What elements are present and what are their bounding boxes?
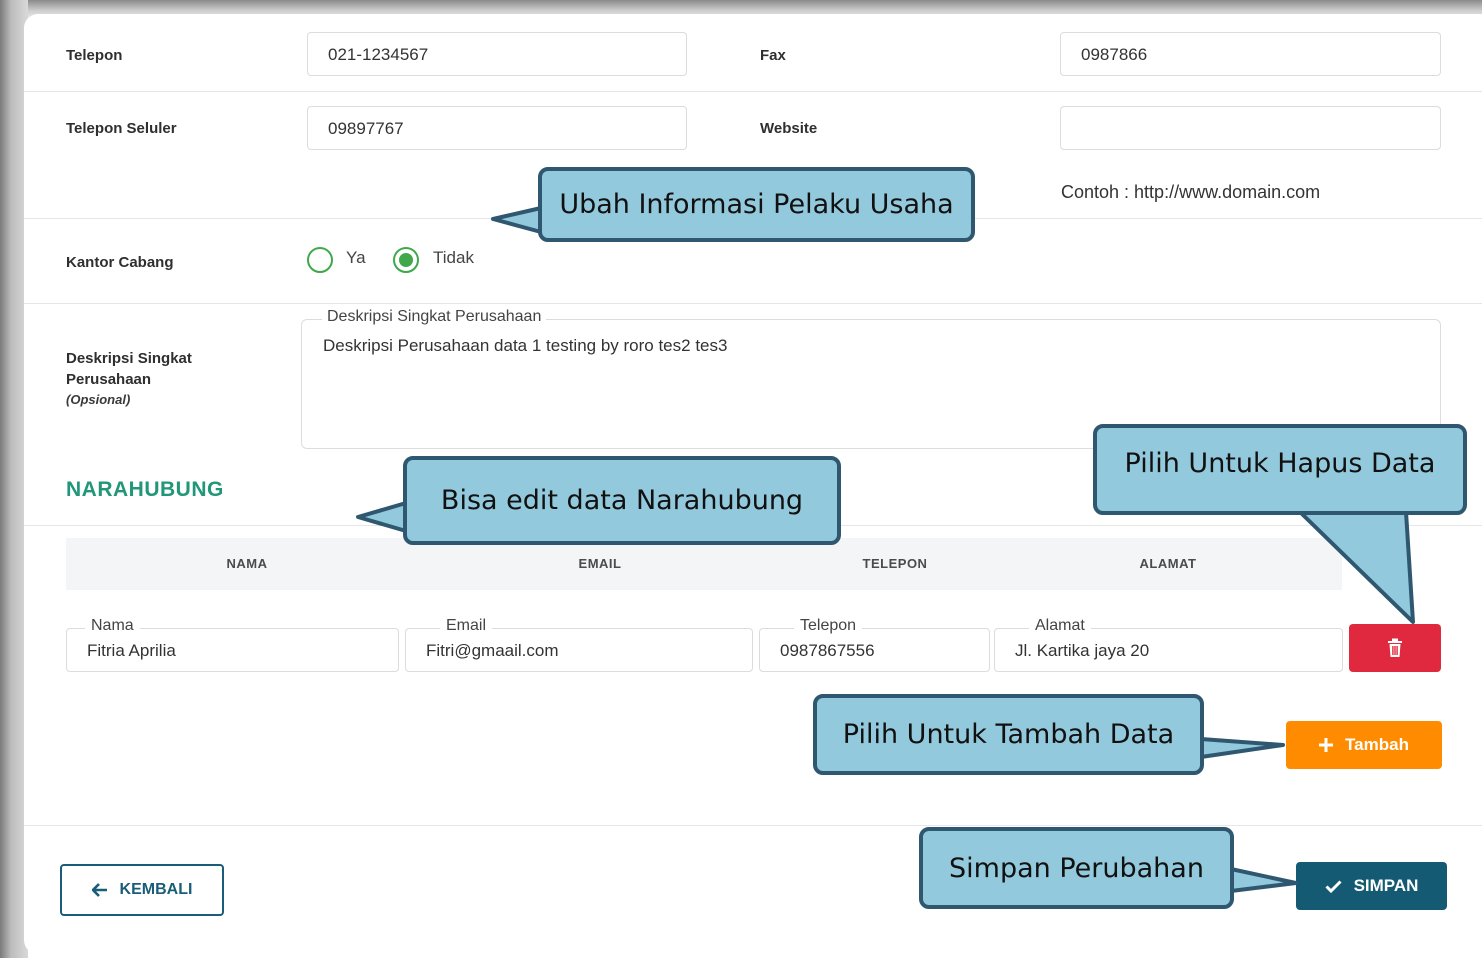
telepon-field[interactable]: Telepon 0987867556	[759, 617, 990, 672]
callout-simpan-perubahan: Simpan Perubahan	[919, 827, 1234, 909]
telepon-seluler-label: Telepon Seluler	[66, 120, 177, 137]
telepon-input[interactable]: 021-1234567	[307, 32, 687, 76]
callout-hapus-data: Pilih Untuk Hapus Data	[1093, 424, 1467, 515]
nama-field-value: Fitria Aprilia	[87, 641, 176, 660]
telepon-field-value: 0987867556	[780, 641, 875, 660]
optional-note: (Opsional)	[66, 392, 131, 407]
col-telepon: TELEPON	[862, 556, 928, 571]
website-hint: Contoh : http://www.domain.com	[1061, 182, 1321, 202]
deskripsi-label: Deskripsi Singkat Perusahaan	[66, 350, 192, 388]
telepon-seluler-input[interactable]: 09897767	[307, 106, 687, 150]
fax-input[interactable]: 0987866	[1060, 32, 1441, 76]
fax-label: Fax	[760, 47, 786, 64]
col-nama: NAMA	[226, 556, 268, 571]
tambah-button[interactable]: Tambah	[1286, 721, 1442, 769]
deskripsi-legend: Deskripsi Singkat Perusahaan	[322, 308, 547, 326]
narahubung-table-header: NAMA EMAIL TELEPON ALAMAT	[66, 538, 1342, 590]
alamat-field-value: Jl. Kartika jaya 20	[1015, 641, 1150, 660]
email-field[interactable]: Email Fitri@gmaail.com	[405, 617, 753, 672]
trash-icon	[1388, 638, 1402, 657]
divider	[24, 91, 1482, 92]
deskripsi-value: Deskripsi Perusahaan data 1 testing by r…	[323, 336, 728, 355]
radio-ya[interactable]	[307, 247, 333, 273]
kembali-button[interactable]: KEMBALI	[60, 864, 224, 916]
telepon-label: Telepon	[66, 47, 123, 64]
telepon-field-label: Telepon	[794, 617, 863, 635]
nama-field-label: Nama	[85, 617, 140, 635]
divider	[24, 303, 1482, 304]
simpan-button[interactable]: SIMPAN	[1296, 862, 1447, 910]
plus-icon	[1319, 738, 1334, 752]
alamat-field[interactable]: Alamat Jl. Kartika jaya 20	[994, 617, 1343, 672]
radio-ya-label[interactable]: Ya	[346, 248, 366, 268]
callout-ubah-informasi: Ubah Informasi Pelaku Usaha	[538, 167, 975, 242]
callout-edit-narahubung: Bisa edit data Narahubung	[403, 456, 841, 545]
radio-tidak[interactable]	[393, 247, 419, 273]
col-alamat: ALAMAT	[1139, 556, 1197, 571]
callout-tambah-data: Pilih Untuk Tambah Data	[813, 694, 1204, 775]
nama-field[interactable]: Nama Fitria Aprilia	[66, 617, 399, 672]
simpan-button-label: SIMPAN	[1353, 876, 1419, 895]
radio-tidak-label[interactable]: Tidak	[433, 248, 474, 268]
kembali-button-label: KEMBALI	[119, 881, 193, 898]
narahubung-title: NARAHUBUNG	[66, 478, 224, 501]
divider	[24, 825, 1482, 826]
arrow-left-icon	[91, 883, 107, 897]
email-field-label: Email	[440, 617, 493, 635]
col-email: EMAIL	[578, 556, 622, 571]
delete-row-button[interactable]	[1349, 624, 1441, 672]
kantor-cabang-label: Kantor Cabang	[66, 254, 174, 271]
check-icon	[1325, 879, 1342, 893]
website-label: Website	[760, 120, 818, 137]
website-input[interactable]	[1060, 106, 1441, 150]
email-field-value: Fitri@gmaail.com	[426, 641, 559, 660]
alamat-field-label: Alamat	[1029, 617, 1091, 635]
tambah-button-label: Tambah	[1345, 735, 1409, 754]
